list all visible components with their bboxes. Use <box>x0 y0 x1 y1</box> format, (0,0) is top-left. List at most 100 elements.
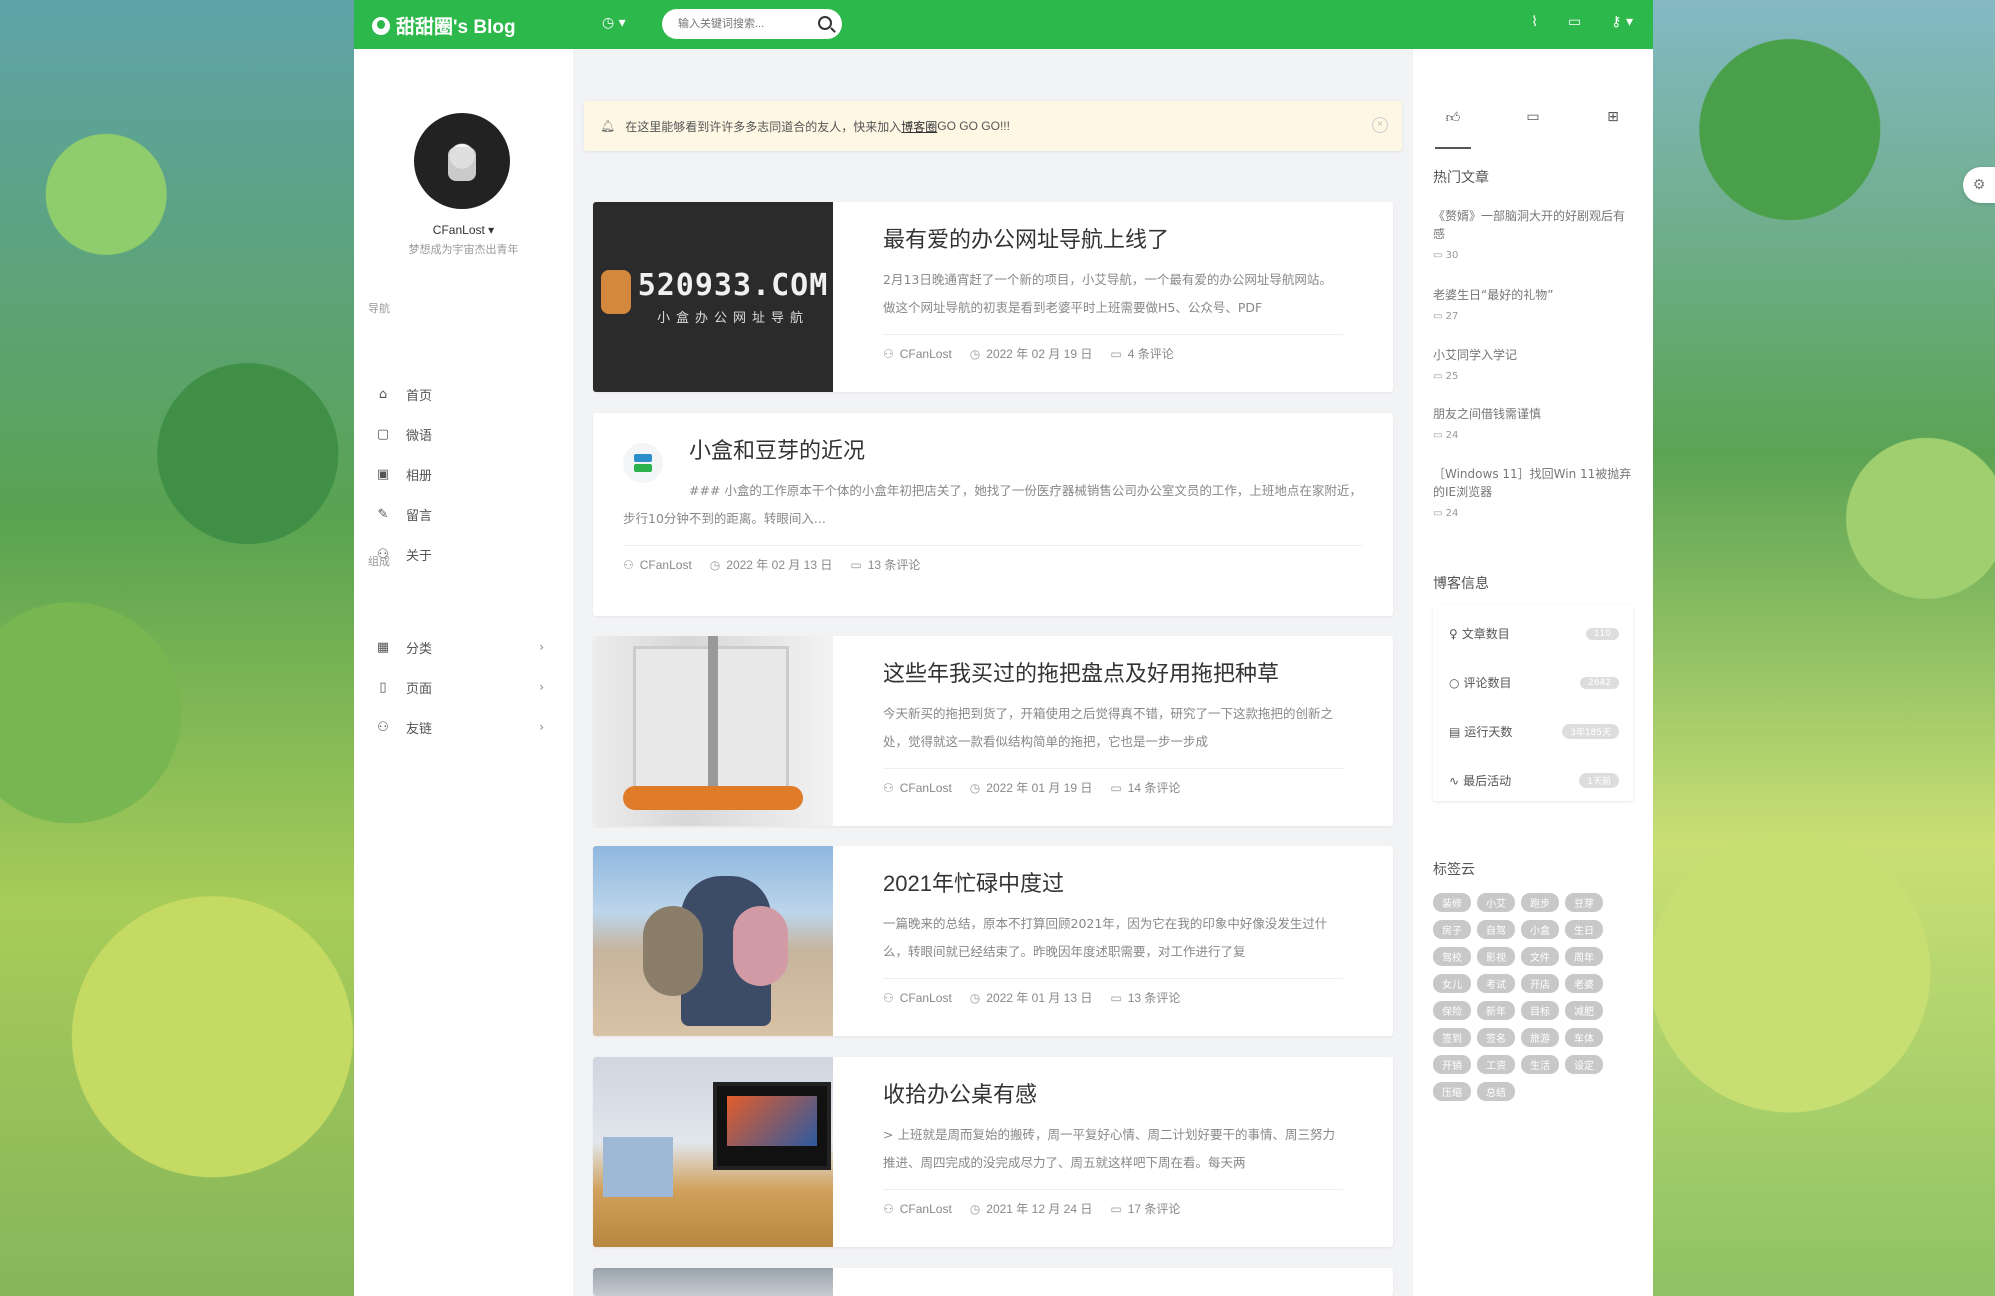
gift-icon[interactable]: ⊞ <box>1593 109 1633 149</box>
tag-item[interactable]: 总结 <box>1477 1082 1515 1101</box>
post-card[interactable] <box>593 1268 1393 1296</box>
tag-item[interactable]: 车体 <box>1565 1028 1603 1047</box>
tag-item[interactable]: 生日 <box>1565 920 1603 939</box>
sidebar-item-weiyu[interactable]: ▢ 微语 <box>374 419 554 449</box>
tag-item[interactable]: 旅游 <box>1521 1028 1559 1047</box>
search-icon[interactable] <box>818 16 832 30</box>
tag-item[interactable]: 开店 <box>1521 974 1559 993</box>
group-section-title: 组成 <box>368 555 390 568</box>
post-comments[interactable]: 13 条评论 <box>868 558 921 572</box>
search-box[interactable] <box>662 9 842 39</box>
hot-post-item[interactable]: 朋友之间借钱需谨慎 ▭ 24 <box>1433 405 1633 445</box>
sidebar-item-about[interactable]: ⚇ 关于 <box>374 539 554 569</box>
post-comments[interactable]: 14 条评论 <box>1128 781 1181 795</box>
tag-item[interactable]: 生活 <box>1521 1055 1559 1074</box>
post-title[interactable]: 2021年忙碌中度过 <box>883 866 1343 898</box>
sidebar-item-guestbook[interactable]: ✎ 留言 <box>374 499 554 529</box>
hot-post-title[interactable]: 小艾同学入学记 <box>1433 346 1633 364</box>
rss-icon[interactable]: ⌇ <box>1531 14 1538 30</box>
chat-icon[interactable]: ▭ <box>1568 14 1581 30</box>
sidebar-item-home[interactable]: ⌂ 首页 <box>374 379 554 409</box>
search-input[interactable] <box>676 17 815 31</box>
tag-item[interactable]: 保险 <box>1433 1001 1471 1020</box>
post-thumbnail[interactable] <box>593 636 833 826</box>
tag-item[interactable]: 影视 <box>1477 947 1515 966</box>
tag-item[interactable]: 驾校 <box>1433 947 1471 966</box>
post-comments[interactable]: 4 条评论 <box>1128 347 1174 361</box>
key-icon[interactable]: ⚷ ▾ <box>1611 14 1633 30</box>
tag-item[interactable]: 豆芽 <box>1565 893 1603 912</box>
tag-item[interactable]: 新年 <box>1477 1001 1515 1020</box>
comment-icon[interactable]: ▭ <box>1513 109 1553 149</box>
hot-post-item[interactable]: ［Windows 11］找回Win 11被抛弃的IE浏览器 ▭ 24 <box>1433 465 1633 523</box>
sidebar-item-links[interactable]: ⚇ 友链 › <box>374 712 554 742</box>
post-title[interactable]: 最有爱的办公网址导航上线了 <box>883 222 1343 254</box>
site-logo[interactable]: 甜甜圈's Blog <box>372 12 516 39</box>
tag-item[interactable]: 考试 <box>1477 974 1515 993</box>
post-comments[interactable]: 13 条评论 <box>1128 991 1181 1005</box>
tag-item[interactable]: 小艾 <box>1477 893 1515 912</box>
tag-item[interactable]: 小盒 <box>1521 920 1559 939</box>
tag-item[interactable]: 文件 <box>1521 947 1559 966</box>
tag-item[interactable]: 减肥 <box>1565 1001 1603 1020</box>
post-excerpt: 2月13日晚通宵赶了一个新的项目，小艾导航，一个最有爱的办公网址导航网站。做这个… <box>883 272 1332 315</box>
sidebar-item-category[interactable]: ▦ 分类 › <box>374 632 554 662</box>
settings-gear-icon[interactable]: ⚙ <box>1963 167 1995 203</box>
post-card[interactable]: 这些年我买过的拖把盘点及好用拖把种草 今天新买的拖把到货了，开箱使用之后觉得真不… <box>593 636 1393 826</box>
post-author[interactable]: CFanLost <box>640 558 692 572</box>
hot-post-count: ▭ 24 <box>1433 430 1459 441</box>
post-thumbnail[interactable] <box>593 846 833 1036</box>
post-title[interactable]: 这些年我买过的拖把盘点及好用拖把种草 <box>883 656 1343 688</box>
clock-icon[interactable]: ◷ ▾ <box>602 15 626 31</box>
tag-item[interactable]: 设定 <box>1565 1055 1603 1074</box>
post-thumbnail[interactable] <box>593 1057 833 1247</box>
close-icon[interactable]: × <box>1372 117 1388 133</box>
post-author[interactable]: CFanLost <box>900 1202 952 1216</box>
tag-item[interactable]: 开销 <box>1433 1055 1471 1074</box>
tag-item[interactable]: 周年 <box>1565 947 1603 966</box>
sidebar-item-label: 微语 <box>406 428 433 444</box>
post-card[interactable]: 小盒和豆芽的近况 ### 小盒的工作原本干个体的小盒年初把店关了，她找了一份医疗… <box>593 413 1393 616</box>
hot-post-title[interactable]: ［Windows 11］找回Win 11被抛弃的IE浏览器 <box>1433 465 1633 501</box>
post-title[interactable]: 收拾办公桌有感 <box>883 1077 1343 1109</box>
post-card[interactable]: 2021年忙碌中度过 一篇晚来的总结，原本不打算回顾2021年，因为它在我的印象… <box>593 846 1393 1036</box>
post-author[interactable]: CFanLost <box>900 347 952 361</box>
hot-post-item[interactable]: 老婆生日“最好的礼物” ▭ 27 <box>1433 286 1633 326</box>
sidebar-item-pages[interactable]: ▯ 页面 › <box>374 672 554 702</box>
avatar[interactable] <box>414 113 510 209</box>
notice-link[interactable]: 博客圈 <box>901 118 937 135</box>
post-thumbnail[interactable]: 520933.COM 小盒办公网址导航 <box>593 202 833 392</box>
tag-item[interactable]: 压缩 <box>1433 1082 1471 1101</box>
user-icon: ⚇ <box>883 1201 894 1216</box>
thumbs-up-icon[interactable]: 👍︎ <box>1433 109 1473 149</box>
comment-icon: ▭ <box>1110 991 1122 1005</box>
post-comments[interactable]: 17 条评论 <box>1128 1202 1181 1216</box>
post-author[interactable]: CFanLost <box>900 781 952 795</box>
sidebar-item-album[interactable]: ▣ 相册 <box>374 459 554 489</box>
tag-item[interactable]: 自驾 <box>1477 920 1515 939</box>
post-title[interactable]: 小盒和豆芽的近况 <box>689 433 1363 465</box>
hot-post-item[interactable]: 《赘婿》一部脑洞大开的好剧观后有感 ▭ 30 <box>1433 207 1633 265</box>
post-card[interactable]: 收拾办公桌有感 > 上班就是周而复始的搬砖，周一平复好心情、周二计划好要干的事情… <box>593 1057 1393 1247</box>
tag-item[interactable]: 装修 <box>1433 893 1471 912</box>
tag-item[interactable]: 房子 <box>1433 920 1471 939</box>
tag-item[interactable]: 女儿 <box>1433 974 1471 993</box>
post-thumbnail[interactable] <box>593 1268 833 1296</box>
tag-item[interactable]: 签名 <box>1477 1028 1515 1047</box>
hot-post-title[interactable]: 老婆生日“最好的礼物” <box>1433 286 1633 304</box>
hot-post-title[interactable]: 《赘婿》一部脑洞大开的好剧观后有感 <box>1433 207 1633 243</box>
tag-item[interactable]: 签到 <box>1433 1028 1471 1047</box>
info-row-comments: ○ 评论数目 2642 <box>1449 674 1619 691</box>
tag-item[interactable]: 老婆 <box>1565 974 1603 993</box>
background-left <box>0 0 354 1296</box>
tag-item[interactable]: 跑步 <box>1521 893 1559 912</box>
tag-item[interactable]: 目标 <box>1521 1001 1559 1020</box>
hot-post-title[interactable]: 朋友之间借钱需谨慎 <box>1433 405 1633 423</box>
post-author[interactable]: CFanLost <box>900 991 952 1005</box>
info-badge: 1天前 <box>1579 773 1619 788</box>
user-name[interactable]: CFanLost ▾ <box>354 223 573 237</box>
hot-post-item[interactable]: 小艾同学入学记 ▭ 25 <box>1433 346 1633 386</box>
post-card[interactable]: 520933.COM 小盒办公网址导航 最有爱的办公网址导航上线了 2月13日晚… <box>593 202 1393 392</box>
grid-icon: ▦ <box>376 639 390 655</box>
tag-item[interactable]: 工资 <box>1477 1055 1515 1074</box>
